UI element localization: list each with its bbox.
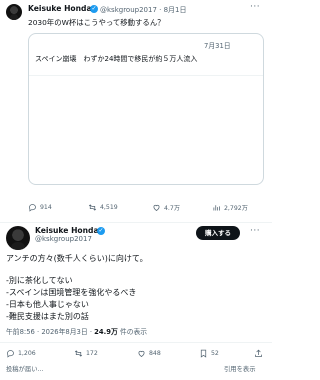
post-text-line: -スペインは国境管理を強化やるべき (6, 288, 137, 297)
share-icon (255, 349, 262, 357)
avatar[interactable] (6, 226, 30, 250)
divider (0, 342, 272, 343)
repost-icon (74, 350, 83, 357)
like-icon (138, 350, 145, 357)
verified-badge-icon: ✓ (97, 226, 105, 235)
like-button[interactable]: 848 (137, 349, 161, 358)
author-name[interactable]: Keisuke Honda (35, 226, 99, 235)
divider (0, 222, 272, 223)
more-icon[interactable]: ··· (250, 226, 260, 236)
reply-icon (29, 204, 36, 212)
reply-button[interactable]: 1,206 (6, 349, 36, 358)
reply-prompt[interactable]: 投稿が届い... (6, 364, 44, 373)
repost-button[interactable]: 4,519 (88, 203, 118, 212)
author-handle-time[interactable]: @kskgroup2017 · 8月1日 (100, 5, 186, 15)
bookmark-count: 52 (211, 350, 219, 357)
reply-button[interactable]: 914 (28, 203, 52, 212)
post-time: 午前8:56 · 2026年8月3日 · (6, 328, 95, 336)
like-button[interactable]: 4.7万 (152, 203, 180, 212)
bookmark-icon (200, 349, 207, 358)
share-button[interactable] (254, 349, 266, 358)
quoted-post-date: 7月31日 (204, 42, 231, 50)
post-text-line: -難民支援はまた別の話 (6, 312, 89, 321)
post-text: 2030年のW杯はこうやって移動するん？ (28, 18, 165, 27)
reply-count: 914 (40, 204, 52, 211)
quoted-post[interactable]: 7月31日 スペイン崩壊 わずか24時間で移民が約５万人流入 (28, 33, 264, 185)
avatar[interactable] (6, 4, 22, 20)
quoted-post-text: スペイン崩壊 わずか24時間で移民が約５万人流入 (35, 55, 198, 63)
reply-icon (7, 350, 14, 358)
author-handle[interactable]: @kskgroup2017 (35, 235, 92, 243)
post-views-label: 件の表示 (117, 328, 148, 336)
views-count: 2,792万 (224, 205, 248, 212)
like-count: 848 (149, 350, 161, 357)
quoted-post-header: 7月31日 スペイン崩壊 わずか24時間で移民が約５万人流入 (29, 34, 263, 76)
author-name[interactable]: Keisuke Honda (28, 4, 92, 13)
post-views-value: 24.9万 (94, 328, 118, 336)
like-count: 4.7万 (164, 205, 181, 212)
post-actions: 1,206 172 848 52 (6, 349, 266, 363)
verified-badge-icon: ✓ (90, 4, 98, 13)
repost-icon (88, 204, 97, 211)
view-quotes-link[interactable]: 引用を表示 (224, 364, 255, 373)
repost-count: 4,519 (100, 204, 118, 211)
post-actions: 914 4,519 4.7万 2,792万 (28, 203, 264, 217)
like-icon (153, 204, 160, 211)
views-button[interactable]: 2,792万 (212, 203, 248, 212)
more-icon[interactable]: ··· (250, 2, 260, 12)
subscribe-button[interactable]: 購入する (196, 226, 240, 240)
views-icon (213, 205, 220, 211)
reply-count: 1,206 (18, 350, 36, 357)
post-text-line: -別に茶化してない (6, 276, 73, 285)
post-timestamp[interactable]: 午前8:56 · 2026年8月3日 · 24.9万 件の表示 (6, 326, 147, 336)
post-text-line: アンチの方々(数千人くらい)に向けて。 (6, 254, 148, 263)
post-text-line: -日本も他人事じゃない (6, 300, 89, 309)
repost-button[interactable]: 172 (74, 349, 98, 358)
bookmark-button[interactable]: 52 (199, 349, 219, 358)
repost-count: 172 (86, 350, 98, 357)
